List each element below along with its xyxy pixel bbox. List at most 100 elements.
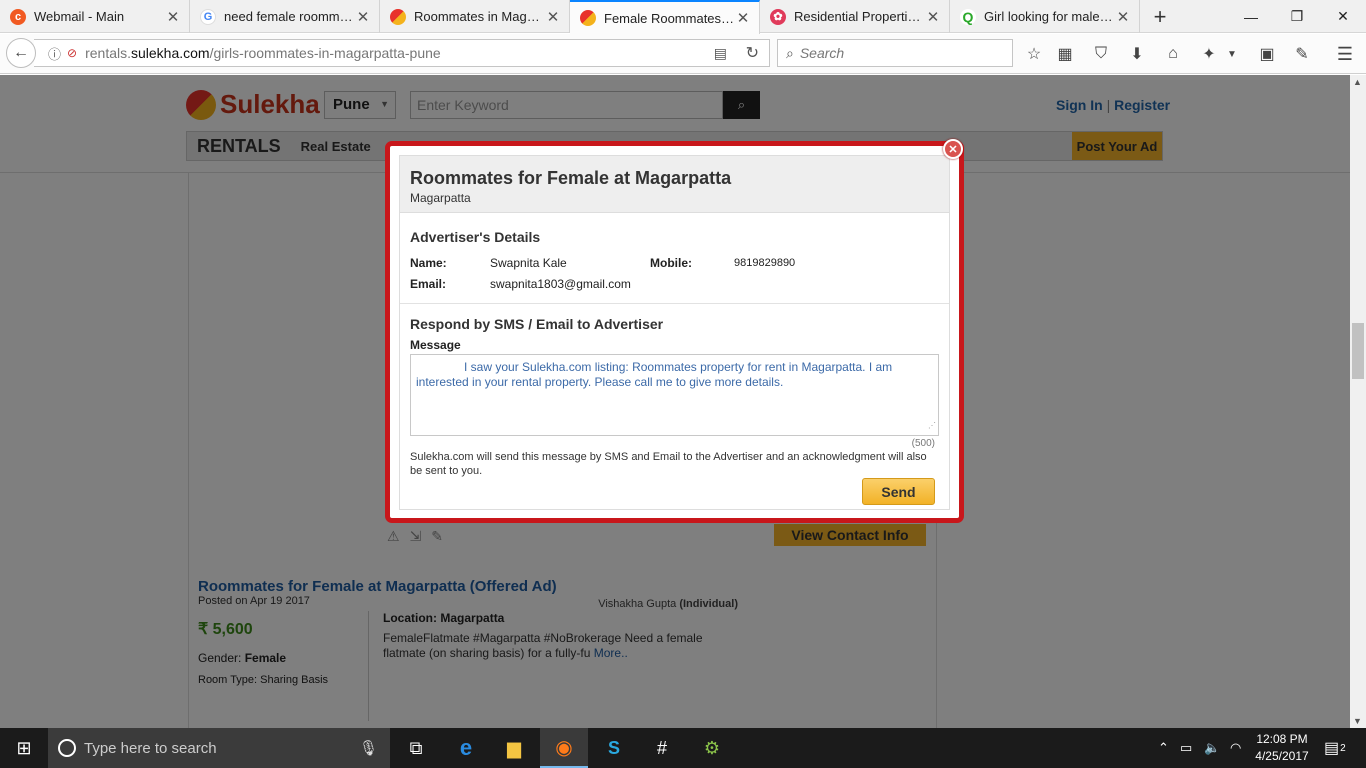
tab-strip: c Webmail - Main ✕ G need female roommat… xyxy=(0,0,1366,34)
tab-google-search[interactable]: G need female roommat… ✕ xyxy=(190,0,380,33)
search-icon: ⌕ xyxy=(786,44,794,61)
minimize-button[interactable]: — xyxy=(1228,0,1274,33)
reload-icon[interactable]: ↻ xyxy=(746,43,759,63)
name-label: Name: xyxy=(410,256,447,270)
sulekha-icon xyxy=(580,10,596,26)
download-icon[interactable]: ⬇ xyxy=(1123,40,1151,68)
info-icon[interactable]: ⓘ xyxy=(48,44,61,63)
clock-date: 4/25/2017 xyxy=(1255,749,1309,763)
dialog-subtitle: Magarpatta xyxy=(410,191,471,205)
tab-title: Girl looking for male r… xyxy=(984,9,1115,24)
clock-time: 12:08 PM xyxy=(1256,732,1308,746)
send-button[interactable]: Send xyxy=(862,478,935,505)
search-bar[interactable]: ⌕ Search xyxy=(777,39,1013,67)
quikr-icon: Q xyxy=(960,8,976,25)
pin-icon[interactable]: ✎ xyxy=(1288,40,1316,68)
reading-list-icon[interactable]: ▦ xyxy=(1051,40,1079,68)
close-tab-icon[interactable]: ✕ xyxy=(355,8,371,26)
close-tab-icon[interactable]: ✕ xyxy=(165,8,181,26)
wifi-icon[interactable]: ◠ xyxy=(1230,728,1241,768)
slack-icon[interactable]: # xyxy=(638,728,686,768)
advertiser-name-value: Swapnita Kale xyxy=(490,256,567,270)
windows-start-icon[interactable]: ⊞ xyxy=(0,728,48,768)
url-host: sulekha.com xyxy=(131,45,210,61)
message-text: I saw your Sulekha.com listing: Roommate… xyxy=(416,360,893,389)
cpanel-icon: c xyxy=(10,8,26,25)
url-subdomain: rentals. xyxy=(85,45,131,61)
extension-icon[interactable]: ✦ xyxy=(1195,40,1223,68)
mobile-label: Mobile: xyxy=(650,256,692,270)
action-center-icon[interactable]: ▤ 2 xyxy=(1324,728,1346,768)
firefox-icon[interactable]: ◉ xyxy=(540,728,588,768)
dialog-body: Roommates for Female at Magarpatta Magar… xyxy=(399,155,950,510)
tab-title: Female Roommates M… xyxy=(604,10,735,26)
google-icon: G xyxy=(200,8,216,25)
email-label: Email: xyxy=(410,277,447,291)
dialog-title: Roommates for Female at Magarpatta xyxy=(410,168,732,188)
pocket-icon[interactable]: ⛉ xyxy=(1087,40,1115,68)
tab-female-roommates[interactable]: Female Roommates M… ✕ xyxy=(570,0,760,34)
android-studio-icon[interactable]: ⚙ xyxy=(688,728,736,768)
search-placeholder: Search xyxy=(799,45,845,61)
tab-title: Roommates in Magar… xyxy=(414,9,545,24)
section-divider xyxy=(400,303,949,304)
tab-residential-properties[interactable]: ✿ Residential Properties … ✕ xyxy=(760,0,950,33)
show-hidden-icons[interactable]: ⌃ xyxy=(1158,728,1169,768)
mobile-value: 9819829890 xyxy=(734,257,796,269)
character-count: (500) xyxy=(911,438,935,449)
battery-icon[interactable]: ▭ xyxy=(1180,728,1192,768)
email-value: swapnita1803@gmail.com xyxy=(490,277,631,291)
notification-count: 2 xyxy=(1340,742,1346,754)
task-view-icon[interactable]: ⧉ xyxy=(392,728,440,768)
chevron-down-icon[interactable]: ▼ xyxy=(1222,40,1242,68)
system-clock[interactable]: 12:08 PM 4/25/2017 xyxy=(1250,731,1314,765)
skype-icon[interactable]: S xyxy=(590,728,638,768)
new-tab-button[interactable]: + xyxy=(1140,0,1180,33)
tab-roommates-magarpatta[interactable]: Roommates in Magar… ✕ xyxy=(380,0,570,33)
menu-icon[interactable]: ☰ xyxy=(1331,40,1359,68)
taskbar-search-placeholder: Type here to search xyxy=(84,739,217,757)
scroll-up-icon[interactable]: ▲ xyxy=(1353,77,1362,87)
cortana-icon xyxy=(58,739,76,757)
scrollbar-thumb[interactable] xyxy=(1352,323,1364,379)
url-bar[interactable]: ⓘ ⊘ rentals. sulekha.com/girls-roommates-… xyxy=(34,39,770,67)
close-tab-icon[interactable]: ✕ xyxy=(925,8,941,26)
url-path: /girls-roommates-in-magarpatta-pune xyxy=(209,45,441,61)
windows-taskbar: ⊞ Type here to search 🎙 ⧉ e ▆ ◉ S # ⚙ ⌃ … xyxy=(0,728,1366,768)
edge-icon[interactable]: e xyxy=(442,728,490,768)
file-explorer-icon[interactable]: ▆ xyxy=(490,728,538,768)
restore-button[interactable]: ❐ xyxy=(1274,0,1320,33)
tab-quikr[interactable]: Q Girl looking for male r… ✕ xyxy=(950,0,1140,33)
navigation-toolbar: ⓘ ⊘ rentals. sulekha.com/girls-roommates-… xyxy=(0,34,1366,74)
close-window-button[interactable]: ✕ xyxy=(1320,0,1366,33)
reader-view-icon[interactable]: ▤ xyxy=(714,45,727,62)
respond-heading: Respond by SMS / Email to Advertiser xyxy=(410,316,664,332)
taskbar-search[interactable]: Type here to search 🎙 xyxy=(48,728,390,768)
flower-icon: ✿ xyxy=(770,8,786,25)
page-scrollbar[interactable]: ▲ ▼ xyxy=(1350,75,1366,728)
tab-webmail[interactable]: c Webmail - Main ✕ xyxy=(0,0,190,33)
insecure-icon: ⊘ xyxy=(67,46,78,60)
tab-title: Webmail - Main xyxy=(34,9,125,24)
advertiser-details: Advertiser's Details Name: Swapnita Kale… xyxy=(410,229,940,291)
close-tab-icon[interactable]: ✕ xyxy=(545,8,561,26)
close-icon[interactable]: ✕ xyxy=(943,139,963,159)
close-tab-icon[interactable]: ✕ xyxy=(735,9,751,27)
close-tab-icon[interactable]: ✕ xyxy=(1115,8,1131,26)
dialog-header: Roommates for Female at Magarpatta Magar… xyxy=(400,156,949,213)
resize-grip-icon[interactable]: ⋰ xyxy=(880,418,936,433)
bookmark-star-icon[interactable]: ☆ xyxy=(1020,40,1048,68)
contact-advertiser-dialog: Roommates for Female at Magarpatta Magar… xyxy=(385,139,964,523)
microphone-icon[interactable]: 🎙 xyxy=(359,739,378,757)
sms-email-note: Sulekha.com will send this message by SM… xyxy=(410,451,927,477)
sulekha-icon xyxy=(390,8,406,25)
volume-icon[interactable]: 🔈 xyxy=(1204,728,1220,768)
extension-zzz-icon[interactable]: ▣ xyxy=(1253,40,1281,68)
message-textarea[interactable]: I saw your Sulekha.com listing: Roommate… xyxy=(410,354,939,436)
message-label: Message xyxy=(410,338,461,352)
back-button[interactable]: ← xyxy=(6,38,36,68)
scroll-down-icon[interactable]: ▼ xyxy=(1353,716,1362,726)
advertiser-heading: Advertiser's Details xyxy=(410,229,541,245)
home-icon[interactable]: ⌂ xyxy=(1159,40,1187,68)
tab-title: need female roommat… xyxy=(224,9,355,24)
